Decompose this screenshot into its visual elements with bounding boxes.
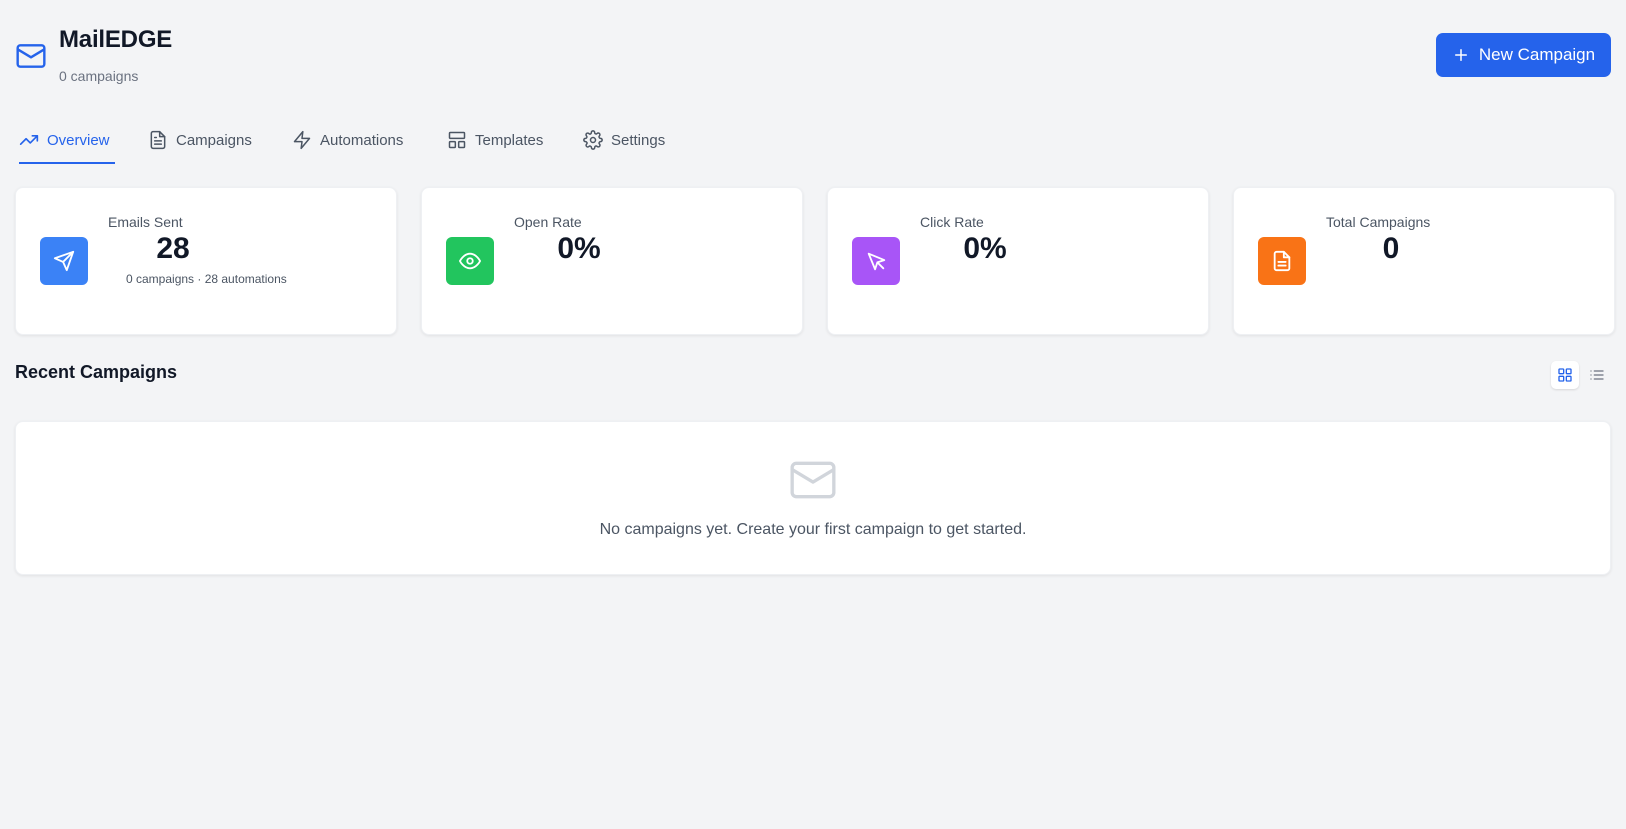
app-header: MailEDGE 0 campaigns New Campaign [15, 24, 1611, 84]
tab-settings[interactable]: Settings [583, 116, 665, 164]
stat-label: Click Rate [920, 214, 984, 230]
tab-automations[interactable]: Automations [292, 116, 403, 164]
plus-icon [1454, 49, 1467, 61]
empty-state-message: No campaigns yet. Create your first camp… [599, 521, 1027, 538]
layout-icon [448, 131, 466, 149]
eye-icon [446, 237, 494, 285]
tab-bar: Overview Campaigns Automations Templates… [15, 116, 1611, 164]
stat-label: Total Campaigns [1326, 214, 1431, 230]
recent-campaigns-heading: Recent Campaigns [15, 362, 178, 382]
stat-subtext: 0 campaigns · 28 automations [126, 272, 287, 286]
mail-icon [790, 461, 836, 499]
mail-icon [16, 44, 46, 68]
tab-label: Settings [611, 131, 666, 149]
app-title: MailEDGE [59, 26, 173, 53]
empty-state: No campaigns yet. Create your first camp… [15, 421, 1611, 575]
list-icon [1590, 370, 1604, 380]
stat-value: 0 [1382, 232, 1400, 265]
send-icon [40, 237, 88, 285]
tab-label: Automations [320, 131, 404, 149]
cursor-icon [852, 237, 900, 285]
view-toggle [1551, 361, 1611, 391]
new-campaign-label: New Campaign [1478, 45, 1596, 64]
grid-icon [1558, 368, 1572, 382]
campaign-count: 0 campaigns [59, 68, 139, 84]
stat-value: 0% [557, 232, 601, 265]
gear-icon [583, 130, 603, 150]
stat-label: Open Rate [514, 214, 582, 230]
tab-campaigns[interactable]: Campaigns [148, 116, 252, 164]
tab-templates[interactable]: Templates [447, 116, 543, 164]
stat-label: Emails Sent [108, 214, 183, 230]
stat-card-open-rate: Open Rate 0% [421, 187, 803, 335]
stat-card-click-rate: Click Rate 0% [827, 187, 1209, 335]
tab-label: Overview [47, 131, 110, 149]
list-view-button[interactable] [1583, 361, 1611, 389]
tab-label: Campaigns [176, 131, 252, 149]
zap-icon [293, 130, 311, 150]
grid-view-button[interactable] [1551, 361, 1579, 389]
stat-card-total-campaigns: Total Campaigns 0 [1233, 187, 1615, 335]
trending-up-icon [19, 135, 39, 145]
new-campaign-button[interactable]: New Campaign [1436, 33, 1611, 77]
stat-card-emails-sent: Emails Sent 28 0 campaigns · 28 automati… [15, 187, 397, 335]
file-icon [1258, 237, 1306, 285]
stats-row: Emails Sent 28 0 campaigns · 28 automati… [15, 187, 1615, 335]
stat-value: 0% [963, 232, 1007, 265]
tab-label: Templates [475, 131, 544, 149]
tab-overview[interactable]: Overview [19, 116, 115, 164]
file-text-icon [150, 130, 166, 150]
stat-value: 28 [156, 232, 190, 265]
